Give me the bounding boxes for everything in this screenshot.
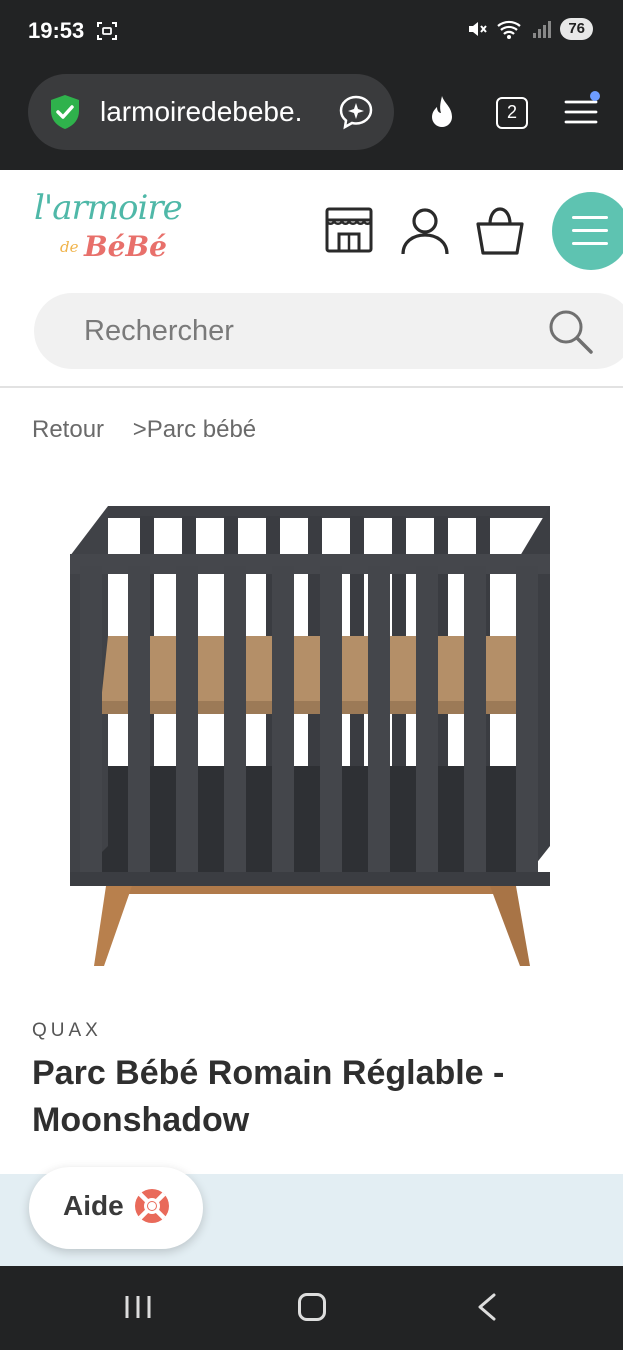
help-label: Aide [63,1190,124,1221]
fire-icon[interactable] [424,94,460,132]
search-placeholder[interactable]: Rechercher [84,315,234,348]
product-title: Parc Bébé Romain Réglable - Moonshadow [32,1054,505,1139]
logo-de: de [60,238,79,256]
assistant-icon[interactable] [338,94,374,130]
user-icon[interactable] [400,206,450,256]
lifebuoy-icon [135,1189,169,1223]
product-brand[interactable]: QUAX [32,1020,102,1042]
address-bar[interactable]: larmoiredebebe. [28,74,394,150]
search-input[interactable]: Rechercher [34,293,623,369]
help-button[interactable]: Aide [29,1167,203,1249]
site-header: l'armoire de BéBé [0,170,623,288]
menu-icon[interactable] [564,98,598,126]
breadcrumb-back-link[interactable]: Retour [32,416,104,444]
breadcrumb: Retour >Parc bébé [32,416,256,444]
browser-toolbar: larmoiredebebe. 2 [0,64,623,170]
status-bar: 19:53 76 [0,0,623,64]
logo-line1: l'armoire [34,188,183,228]
burger-line [572,216,608,219]
screenshot-icon [97,22,117,40]
store-icon[interactable] [324,206,374,254]
home-icon[interactable] [298,1293,326,1321]
system-nav-bar [0,1266,623,1350]
signal-icon [533,21,552,38]
recent-apps-icon[interactable] [124,1294,152,1320]
breadcrumb-current-link[interactable]: >Parc bébé [133,416,256,444]
wifi-icon [497,20,522,39]
tabs-icon[interactable]: 2 [496,97,528,129]
burger-menu-icon[interactable] [552,192,623,270]
burger-line [572,242,608,245]
status-time: 19:53 [28,18,85,43]
battery-icon: 76 [560,18,593,40]
header-divider [0,386,623,388]
status-icons: 76 [466,18,593,40]
logo-line2: BéBé [84,230,167,263]
burger-line [572,229,608,232]
notification-dot [590,91,600,101]
url-text[interactable]: larmoiredebebe. [100,96,302,128]
mute-icon [469,22,488,36]
back-icon[interactable] [474,1292,500,1322]
site-logo[interactable]: l'armoire de BéBé [34,184,214,268]
shield-icon[interactable] [48,94,82,130]
search-icon[interactable] [546,307,594,355]
product-image[interactable] [60,496,560,976]
cart-icon[interactable] [474,206,526,256]
